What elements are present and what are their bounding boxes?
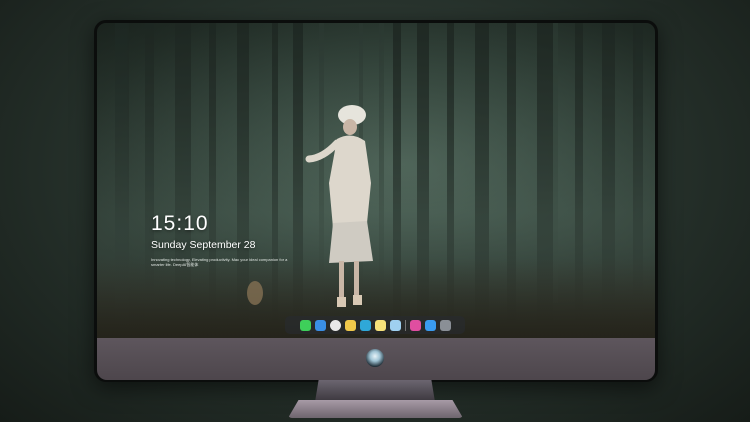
lock-screen-clock: 15:10 — [151, 212, 209, 235]
notes-icon[interactable] — [374, 319, 386, 331]
app-dock — [285, 316, 465, 334]
photos-viewer-icon[interactable] — [389, 319, 401, 331]
brand-logo-icon — [366, 349, 384, 367]
camera-icon[interactable] — [439, 319, 451, 331]
messages-icon[interactable] — [299, 319, 311, 331]
finder-icon[interactable] — [314, 319, 326, 331]
notes-board-icon[interactable] — [344, 319, 356, 331]
monitor-stand-foot — [288, 400, 463, 418]
safari-icon[interactable] — [329, 319, 341, 331]
video-clips-icon[interactable] — [359, 319, 371, 331]
monitor-stand-neck — [315, 380, 435, 402]
desktop-screen: 15:10 Sunday September 28 Innovating tec… — [97, 23, 655, 338]
lock-screen-date: Sunday September 28 — [151, 239, 256, 251]
lock-screen-tagline: Innovating technology, Elevating product… — [151, 257, 288, 267]
dock-separator — [404, 319, 406, 331]
itunes-icon[interactable] — [409, 319, 421, 331]
app-store-icon[interactable] — [424, 319, 436, 331]
forest-wallpaper — [97, 23, 655, 338]
